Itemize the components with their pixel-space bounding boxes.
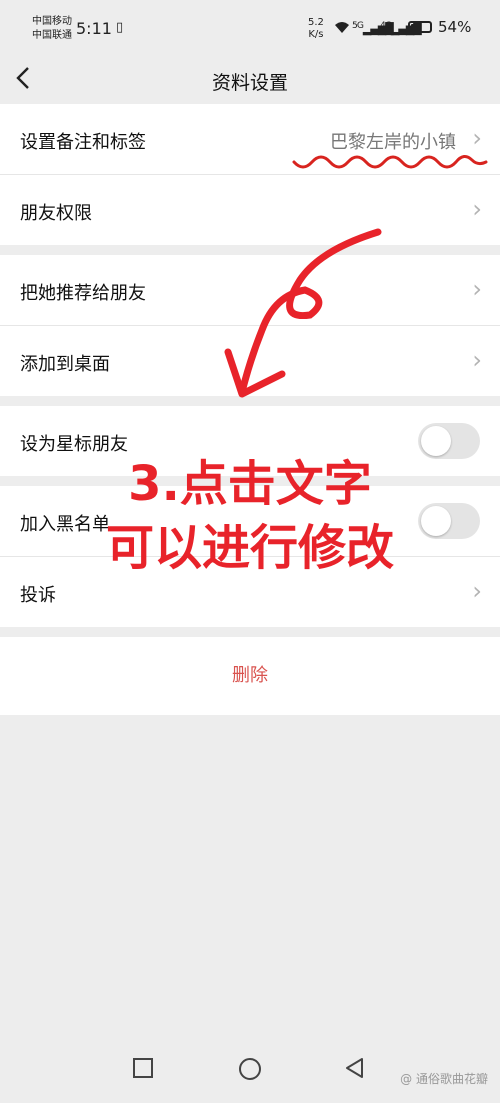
signal-4g-label: 4G	[380, 20, 392, 31]
top-nav-bar: 资料设置	[0, 56, 500, 104]
settings-group-2: 把她推荐给朋友 › 添加到桌面 ›	[0, 255, 500, 396]
blacklist-toggle[interactable]	[418, 503, 480, 539]
wifi-icon	[334, 20, 350, 37]
carrier-info: 中国移动 中国联通	[32, 15, 72, 43]
home-button[interactable]	[238, 1057, 262, 1085]
row-label: 投诉	[20, 585, 56, 606]
chevron-right-icon: ›	[472, 577, 482, 605]
row-complain[interactable]: 投诉 ›	[0, 557, 500, 627]
delete-label: 删除	[232, 665, 268, 686]
recents-button[interactable]	[132, 1057, 154, 1083]
network-speed-value: 5.2	[308, 17, 324, 28]
row-add-to-desktop[interactable]: 添加到桌面 ›	[0, 326, 500, 396]
chevron-right-icon: ›	[472, 346, 482, 374]
remark-value: 巴黎左岸的小镇	[330, 132, 456, 153]
status-bar: 中国移动 中国联通 5:11 ▯ 5.2 K/s 5G▂▄▆█ 4G▂▄▆█ 5…	[0, 0, 500, 56]
battery-percentage: 54%	[438, 18, 472, 36]
chevron-right-icon: ›	[472, 195, 482, 223]
network-speed: 5.2 K/s	[308, 17, 324, 41]
toggle-knob	[421, 506, 451, 536]
row-label: 设为星标朋友	[20, 434, 128, 455]
carrier-1: 中国移动	[32, 16, 72, 27]
row-label: 把她推荐给朋友	[20, 283, 146, 304]
chevron-right-icon: ›	[472, 124, 482, 152]
row-label: 添加到桌面	[20, 354, 110, 375]
signal-5g-label: 5G	[352, 20, 364, 31]
row-label: 加入黑名单	[20, 514, 110, 535]
row-friend-permissions[interactable]: 朋友权限 ›	[0, 175, 500, 245]
settings-group-3: 设为星标朋友	[0, 406, 500, 476]
back-nav-button[interactable]	[344, 1057, 366, 1083]
row-blacklist: 加入黑名单	[0, 486, 500, 557]
battery-icon	[408, 21, 432, 33]
row-recommend-to-friend[interactable]: 把她推荐给朋友 ›	[0, 255, 500, 326]
row-remark-and-tags[interactable]: 设置备注和标签 巴黎左岸的小镇 ›	[0, 104, 500, 175]
clock: 5:11	[76, 19, 112, 38]
watermark: @ 通俗歌曲花瓣	[400, 1072, 488, 1086]
settings-group-1: 设置备注和标签 巴黎左岸的小镇 › 朋友权限 ›	[0, 104, 500, 245]
page-title: 资料设置	[211, 72, 288, 94]
network-speed-unit: K/s	[308, 29, 324, 40]
star-friend-toggle[interactable]	[418, 423, 480, 459]
chevron-right-icon: ›	[472, 275, 482, 303]
vibrate-icon: ▯	[116, 20, 124, 35]
battery-fill	[411, 24, 421, 30]
row-star-friend: 设为星标朋友	[0, 406, 500, 476]
carrier-2: 中国联通	[32, 30, 72, 41]
row-label: 朋友权限	[20, 203, 92, 224]
settings-group-4: 加入黑名单 投诉 ›	[0, 486, 500, 627]
delete-button[interactable]: 删除	[0, 637, 500, 715]
row-label: 设置备注和标签	[20, 132, 146, 153]
system-nav-bar: @ 通俗歌曲花瓣	[0, 1043, 500, 1103]
toggle-knob	[421, 426, 451, 456]
